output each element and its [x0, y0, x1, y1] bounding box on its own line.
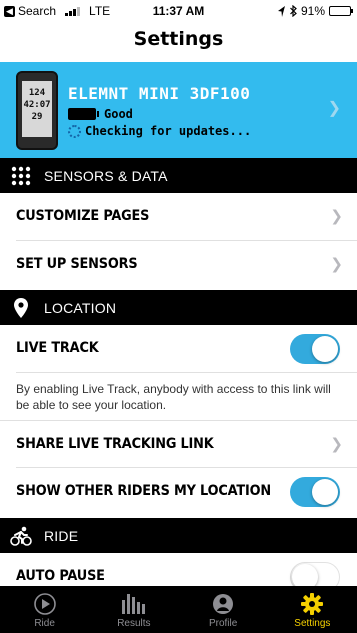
live-track-row: LIVE TRACK: [0, 325, 357, 373]
live-track-toggle[interactable]: [290, 334, 340, 364]
section-header-location: LOCATION: [0, 290, 357, 325]
share-live-tracking-link-row[interactable]: SHARE LIVE TRACKING LINK ❯: [0, 420, 357, 468]
cyclist-icon: [0, 526, 42, 546]
live-track-label: LIVE TRACK: [16, 340, 99, 356]
show-riders-location-row: SHOW OTHER RIDERS MY LOCATION: [0, 468, 357, 516]
tab-results-label: Results: [117, 618, 151, 629]
device-card[interactable]: 124 42:07 29 ELEMNT MINI 3DF100 Good Che…: [0, 62, 357, 158]
section-title-location: LOCATION: [44, 299, 117, 316]
section-header-ride: RIDE: [0, 518, 357, 553]
bike-computer-image: 124 42:07 29: [16, 71, 58, 150]
battery-percent: 91%: [300, 4, 325, 18]
status-right: 91%: [277, 4, 353, 18]
location-pin-icon: [0, 297, 42, 318]
show-riders-location-toggle[interactable]: [290, 477, 340, 507]
auto-pause-label: AUTO PAUSE: [16, 568, 105, 584]
device-name: ELEMNT MINI 3DF100: [68, 84, 251, 103]
profile-icon: [212, 592, 234, 616]
tab-profile-label: Profile: [208, 618, 238, 629]
status-bar: ◀ Search LTE 11:37 AM 91%: [0, 0, 357, 22]
tab-settings[interactable]: Settings: [268, 586, 357, 633]
device-battery-row: Good: [68, 107, 133, 121]
tab-results[interactable]: Results: [89, 586, 178, 633]
device-update-status: Checking for updates...: [85, 124, 252, 138]
customize-pages-row[interactable]: CUSTOMIZE PAGES ❯: [0, 193, 357, 241]
toggle-knob: [312, 336, 338, 362]
bar-chart-icon: [121, 592, 146, 616]
device-battery-icon: [68, 108, 99, 120]
battery-icon: [329, 6, 353, 16]
tab-ride[interactable]: Ride: [0, 586, 89, 633]
section-title-sensors: SENSORS & DATA: [44, 167, 168, 184]
bike-computer-screen: 124 42:07 29: [22, 81, 52, 137]
loading-spinner-icon: [68, 124, 81, 138]
bluetooth-icon: [290, 5, 297, 17]
screen-line-3: 29: [31, 112, 43, 122]
chevron-right-icon: ❯: [330, 255, 343, 273]
share-live-tracking-link-label: SHARE LIVE TRACKING LINK: [16, 436, 214, 452]
play-circle-icon: [33, 592, 56, 616]
live-track-description: By enabling Live Track, anybody with acc…: [16, 382, 331, 412]
page-title: Settings: [133, 28, 224, 50]
grid-dots-icon: [0, 166, 42, 186]
device-update-row: Checking for updates...: [68, 124, 251, 138]
screen-line-1: 124: [28, 88, 46, 98]
set-up-sensors-label: SET UP SENSORS: [16, 256, 138, 272]
section-header-sensors: SENSORS & DATA: [0, 158, 357, 193]
toggle-knob: [312, 479, 338, 505]
chevron-right-icon: ❯: [330, 207, 343, 225]
tab-ride-label: Ride: [34, 618, 55, 629]
tab-profile[interactable]: Profile: [179, 586, 268, 633]
show-riders-location-label: SHOW OTHER RIDERS MY LOCATION: [16, 483, 272, 499]
customize-pages-label: CUSTOMIZE PAGES: [16, 208, 150, 224]
tab-bar: Ride Results Profile Settings: [0, 586, 357, 633]
chevron-right-icon: ❯: [330, 435, 343, 453]
tab-settings-label: Settings: [294, 618, 331, 629]
location-arrow-icon: [277, 5, 285, 17]
section-title-ride: RIDE: [44, 527, 79, 544]
set-up-sensors-row[interactable]: SET UP SENSORS ❯: [0, 241, 357, 289]
device-battery-status: Good: [104, 107, 133, 121]
screen-line-2: 42:07: [23, 100, 51, 110]
gear-icon: [301, 592, 324, 616]
chevron-right-icon: ❯: [327, 100, 341, 117]
